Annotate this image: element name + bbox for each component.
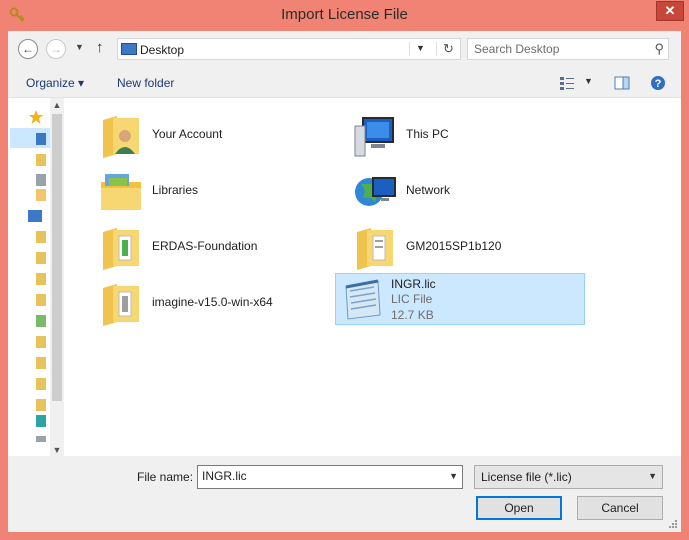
scroll-thumb[interactable] — [52, 114, 62, 401]
file-item-label: Your Account — [152, 127, 223, 141]
recent-locations-button[interactable]: ▼ — [75, 42, 84, 52]
libraries-icon — [101, 174, 141, 210]
network-icon — [355, 177, 396, 206]
help-icon[interactable]: ? — [650, 75, 666, 91]
close-icon: ✕ — [664, 3, 676, 18]
search-icon[interactable]: ⚲ — [654, 41, 664, 57]
nav-scrollbar[interactable]: ▲ ▼ — [50, 98, 64, 457]
address-bar[interactable]: Desktop ▼ ↻ — [117, 38, 461, 60]
recent-places-icon[interactable] — [36, 174, 46, 186]
open-button[interactable]: Open — [476, 496, 562, 520]
file-item-your-account[interactable]: Your Account — [87, 110, 317, 162]
file-item-this-pc[interactable]: This PC — [341, 110, 571, 162]
file-item-erdas-foundation[interactable]: ERDAS-Foundation — [87, 222, 317, 274]
cancel-button[interactable]: Cancel — [577, 496, 663, 520]
navigation-pane[interactable]: ▲ ▼ — [8, 98, 66, 457]
folder-icon[interactable] — [36, 231, 46, 243]
dialog-client: ← → ▼ ↑ Desktop ▼ ↻ ⚲ Organize ▾ New fol… — [8, 31, 681, 532]
folder-icon[interactable] — [36, 252, 46, 264]
window-title: Import License File — [281, 6, 408, 23]
folder-icon — [357, 228, 393, 270]
svg-text:?: ? — [655, 78, 662, 90]
arrow-right-icon: → — [50, 42, 62, 56]
folder-icon[interactable] — [36, 357, 46, 369]
file-item-label: Libraries — [152, 183, 199, 197]
divider — [436, 42, 437, 56]
file-type-filter-value: License file (*.lic) — [481, 470, 572, 484]
file-item-label: Network — [406, 183, 451, 197]
file-type-label: LIC File — [391, 292, 433, 306]
address-row: ← → ▼ ↑ Desktop ▼ ↻ ⚲ — [8, 31, 681, 67]
file-list: Your Account This PC Libraries Network E… — [67, 98, 681, 457]
desktop-icon — [121, 43, 137, 55]
file-item-imagine[interactable]: imagine-v15.0-win-x64 — [87, 278, 317, 330]
file-name-bar: File name: ▼ License file (*.lic) ▼ Open… — [8, 456, 681, 532]
file-type-filter[interactable]: License file (*.lic) ▼ — [474, 465, 663, 489]
file-item-label: This PC — [406, 127, 449, 141]
file-size-label: 12.7 KB — [391, 308, 434, 322]
file-item-ingr-lic[interactable]: INGR.lic LIC File 12.7 KB — [335, 273, 585, 325]
folder-icon[interactable] — [36, 399, 46, 411]
up-button[interactable]: ↑ — [96, 39, 104, 56]
folder-icon[interactable] — [36, 378, 46, 390]
back-button[interactable]: ← — [18, 39, 38, 59]
search-input[interactable] — [474, 41, 644, 57]
arrow-left-icon: ← — [22, 42, 34, 56]
file-item-label: imagine-v15.0-win-x64 — [152, 295, 273, 309]
desktop-icon[interactable] — [36, 133, 46, 145]
computer-icon[interactable] — [28, 210, 42, 222]
folder-icon — [103, 228, 139, 270]
user-folder-icon — [103, 116, 139, 158]
browser-area: ▲ ▼ Your Account This PC Libraries Netwo… — [8, 97, 681, 457]
file-name-combo[interactable]: ▼ — [197, 465, 463, 489]
view-options-icon[interactable] — [559, 75, 575, 91]
drive-icon[interactable] — [36, 436, 46, 442]
file-item-label: ERDAS-Foundation — [152, 239, 258, 253]
folder-icon[interactable] — [36, 154, 46, 166]
close-button[interactable]: ✕ — [656, 1, 684, 21]
star-icon[interactable] — [28, 109, 44, 125]
file-item-network[interactable]: Network — [341, 166, 571, 218]
divider — [409, 42, 410, 56]
notepad-file-icon — [345, 279, 381, 320]
file-name-input[interactable] — [202, 469, 442, 483]
chevron-down-icon[interactable]: ▼ — [648, 471, 657, 481]
view-dropdown-icon[interactable]: ▼ — [584, 76, 593, 86]
forward-button[interactable]: → — [46, 39, 66, 59]
drive-icon[interactable] — [36, 415, 46, 427]
refresh-icon[interactable]: ↻ — [443, 41, 454, 57]
file-item-libraries[interactable]: Libraries — [87, 166, 317, 218]
arrow-up-icon: ↑ — [96, 39, 104, 56]
organize-button[interactable]: Organize ▾ — [26, 76, 84, 90]
folder-icon[interactable] — [36, 294, 46, 306]
folder-icon[interactable] — [36, 189, 46, 201]
new-folder-button[interactable]: New folder — [117, 76, 174, 90]
folder-icon — [103, 284, 139, 326]
file-item-gm2015sp1b120[interactable]: GM2015SP1b120 — [341, 222, 571, 274]
title-bar[interactable]: Import License File ✕ — [0, 0, 689, 31]
preview-pane-icon[interactable] — [614, 75, 630, 91]
file-name-label: File name: — [137, 470, 194, 484]
command-bar: Organize ▾ New folder ▼ ? — [8, 67, 681, 99]
breadcrumb-location[interactable]: Desktop — [140, 43, 184, 57]
import-license-dialog: Import License File ✕ ← → ▼ ↑ Desktop ▼ … — [0, 0, 689, 540]
computer-icon — [354, 117, 394, 157]
address-history-button[interactable]: ▼ — [416, 43, 425, 53]
music-folder-icon[interactable] — [36, 315, 46, 327]
file-item-label: INGR.lic — [391, 277, 436, 291]
scroll-up-arrow[interactable]: ▲ — [50, 98, 64, 112]
folder-icon[interactable] — [36, 336, 46, 348]
folder-icon[interactable] — [36, 273, 46, 285]
file-item-label: GM2015SP1b120 — [406, 239, 502, 253]
scroll-down-arrow[interactable]: ▼ — [50, 443, 64, 457]
search-box[interactable]: ⚲ — [467, 38, 669, 60]
resize-grip-icon[interactable] — [668, 519, 678, 529]
chevron-down-icon[interactable]: ▼ — [449, 471, 458, 481]
